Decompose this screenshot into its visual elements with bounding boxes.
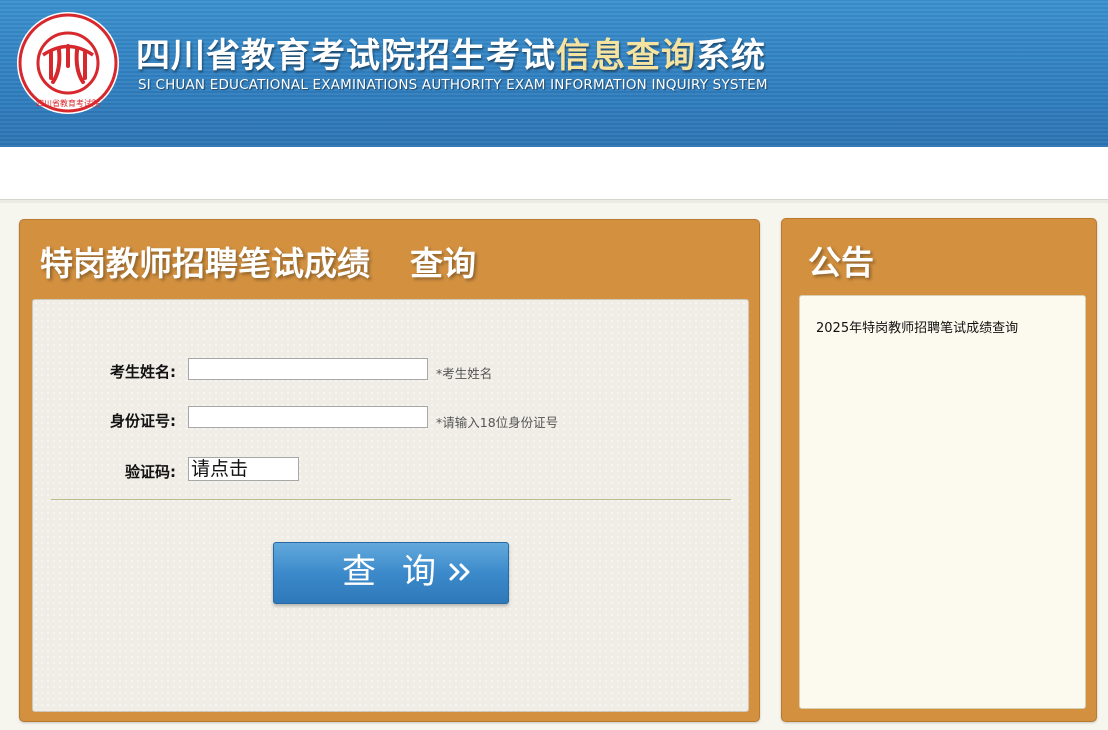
notice-panel-title: 公告: [808, 243, 874, 282]
captcha-label: 验证码:: [125, 463, 176, 481]
notice-panel: 公告 2025年特岗教师招聘笔试成绩查询: [781, 218, 1097, 722]
site-header: 四川省教育考试院 四川省教育考试院招生考试信息查询系统 SI CHUAN EDU…: [0, 0, 1108, 147]
query-button-label: 查询: [342, 552, 462, 592]
name-input[interactable]: [188, 358, 428, 380]
exam-authority-logo: 四川省教育考试院: [17, 12, 119, 114]
query-form: 考生姓名: *考生姓名 身份证号: *请输入18位身份证号 验证码: 请点击 查…: [32, 299, 749, 712]
title-highlight: 信息查询: [556, 36, 696, 76]
system-subtitle: SI CHUAN EDUCATIONAL EXAMINATIONS AUTHOR…: [138, 77, 768, 93]
id-number-input[interactable]: [188, 406, 428, 428]
query-button[interactable]: 查询: [273, 542, 509, 604]
system-title: 四川省教育考试院招生考试信息查询系统: [136, 36, 766, 76]
query-panel-title: 特岗教师招聘笔试成绩 查询: [40, 244, 476, 283]
notice-list: 2025年特岗教师招聘笔试成绩查询: [799, 295, 1086, 709]
svg-text:四川省教育考试院: 四川省教育考试院: [36, 98, 100, 108]
captcha-button[interactable]: 请点击: [188, 457, 299, 481]
notice-item[interactable]: 2025年特岗教师招聘笔试成绩查询: [816, 317, 1018, 336]
id-label: 身份证号:: [110, 412, 176, 430]
form-divider: [51, 499, 731, 500]
name-hint: *考生姓名: [436, 366, 493, 381]
double-chevron-right-icon: [449, 563, 470, 581]
id-hint: *请输入18位身份证号: [436, 415, 559, 430]
query-panel: 特岗教师招聘笔试成绩 查询 考生姓名: *考生姓名 身份证号: *请输入18位身份…: [19, 219, 760, 722]
name-label: 考生姓名:: [110, 363, 176, 381]
header-strip: [0, 147, 1108, 203]
